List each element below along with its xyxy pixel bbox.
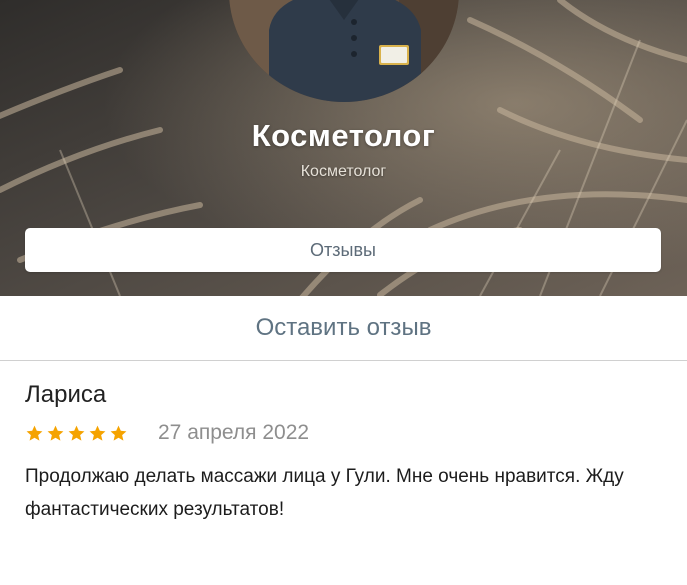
rating-stars [25,424,128,443]
star-icon [89,425,106,441]
review-date: 27 апреля 2022 [158,421,310,444]
review-meta: 27 апреля 2022 [25,418,665,448]
star-icon [68,425,85,441]
page-title: Косметолог [251,118,436,153]
star-icon [26,425,43,441]
star-icon [47,425,64,441]
review-author: Лариса [25,381,107,408]
leave-review-button[interactable]: Оставить отзыв [0,296,687,360]
review-item: Лариса 27 апреля 2022 Продолжаю делать м… [25,378,665,526]
star-icon [110,425,127,441]
profile-header: Косметолог Косметолог Отзывы [0,0,687,296]
divider [0,360,687,361]
specialist-role: Косметолог [300,163,387,180]
reviews-button[interactable]: Отзывы [25,228,661,272]
review-text: Продолжаю делать массажи лица у Гули. Мн… [25,466,624,520]
